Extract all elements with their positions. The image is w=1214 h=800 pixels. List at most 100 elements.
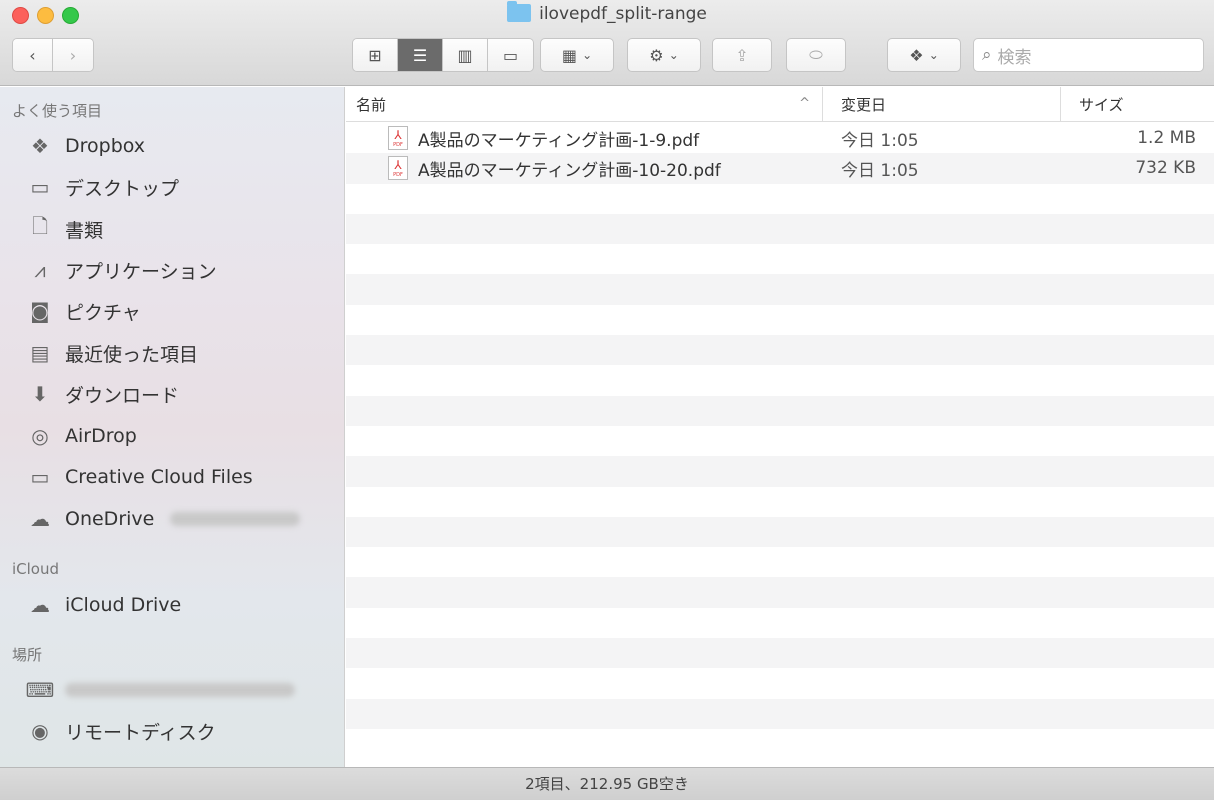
chevron-left-icon: ‹ (29, 45, 36, 65)
empty-row (346, 395, 1214, 426)
sidebar-item-label: デスクトップ (65, 177, 180, 200)
folder-icon: ▭ (30, 465, 50, 489)
sidebar-item-label: ダウンロード (65, 384, 180, 407)
empty-row (346, 365, 1214, 395)
file-date: 今日 1:05 (841, 160, 919, 181)
sidebar-section-favorites: よく使う項目 (12, 102, 103, 120)
sidebar-item-creative-cloud-files[interactable]: ▭ Creative Cloud Files (24, 461, 253, 493)
search-icon: ⌕ (982, 45, 992, 65)
icon-view-button[interactable]: ⊞ (353, 39, 398, 71)
pdf-file-icon: ⅄ (388, 156, 408, 181)
sidebar-item-pictures[interactable]: ◙ ピクチャ (24, 295, 141, 327)
empty-row (346, 244, 1214, 274)
dropbox-icon: ❖ (909, 45, 924, 65)
sidebar-item-applications[interactable]: ⩘ アプリケーション (24, 254, 217, 286)
chevron-down-icon: ⌄ (582, 48, 593, 62)
list-icon: ☰ (412, 45, 428, 65)
empty-row (346, 608, 1214, 638)
empty-row (346, 729, 1214, 759)
column-label: 変更日 (841, 95, 887, 114)
empty-row (346, 487, 1214, 517)
sidebar-item-icloud-drive[interactable]: ☁ iCloud Drive (24, 589, 181, 621)
file-row[interactable]: ⅄ A製品のマーケティング計画-10-20.pdf 今日 1:05 732 KB (346, 153, 1214, 184)
window-title-text: ilovepdf_split-range (539, 4, 707, 24)
sidebar-item-label: iCloud Drive (65, 594, 182, 616)
file-date: 今日 1:05 (841, 130, 919, 151)
grid-icon: ⊞ (368, 45, 382, 65)
download-icon: ⬇ (31, 382, 49, 406)
sidebar-item-remote-disc[interactable]: ◉ リモートディスク (24, 715, 216, 747)
column-view-button[interactable]: ▥ (443, 39, 488, 71)
date-column-header[interactable]: 変更日 (823, 87, 1061, 121)
empty-row (346, 456, 1214, 487)
sidebar-item-airdrop[interactable]: ◎ AirDrop (24, 420, 137, 452)
cloud-icon: ☁ (30, 507, 50, 531)
file-name: A製品のマーケティング計画-10-20.pdf (418, 160, 721, 181)
redacted-account-name (170, 512, 301, 526)
name-column-header[interactable]: 名前 ^ (346, 87, 823, 121)
chevron-down-icon: ⌄ (668, 48, 679, 62)
sidebar: よく使う項目 ❖ Dropbox ▭ デスクトップ 🗋 書類 ⩘ アプリケーション ◙ ピ… (0, 87, 345, 767)
laptop-icon: ⌨ (25, 678, 55, 702)
sidebar-item-onedrive[interactable]: ☁ OneDrive (24, 503, 301, 535)
sidebar-item-downloads[interactable]: ⬇ ダウンロード (24, 378, 179, 410)
group-by-button[interactable]: ▦ ⌄ (540, 38, 614, 72)
sidebar-item-label: リモートディスク (65, 721, 216, 744)
size-column-header[interactable]: サイズ (1061, 87, 1214, 121)
empty-row (346, 305, 1214, 335)
status-text: 2項目、212.95 GB空き (525, 775, 689, 793)
column-header: 名前 ^ 変更日 サイズ (346, 87, 1214, 122)
recents-icon: ▤ (30, 341, 50, 365)
sidebar-item-label: OneDrive (65, 508, 155, 530)
file-row[interactable]: ⅄ A製品のマーケティング計画-1-9.pdf 今日 1:05 1.2 MB (346, 123, 1214, 153)
share-button[interactable]: ⇪ (712, 38, 772, 72)
tag-icon: ⬭ (809, 45, 823, 64)
group-icon: ▦ (561, 45, 577, 65)
empty-row (346, 698, 1214, 729)
applications-icon: ⩘ (34, 258, 46, 282)
share-icon: ⇪ (735, 45, 749, 65)
gallery-icon: ▭ (502, 45, 519, 65)
desktop-icon: ▭ (30, 175, 50, 199)
sidebar-item-label: AirDrop (65, 425, 137, 447)
camera-icon: ◙ (30, 299, 50, 323)
empty-row (346, 516, 1214, 548)
sort-ascending-icon: ^ (799, 96, 810, 111)
sidebar-section-locations: 場所 (12, 646, 43, 664)
chevron-right-icon: › (69, 45, 77, 65)
forward-button[interactable]: › (53, 39, 93, 71)
sidebar-item-dropbox[interactable]: ❖ Dropbox (24, 130, 145, 162)
list-view-button[interactable]: ☰ (398, 39, 443, 71)
navigation-buttons: ‹ › (12, 38, 94, 72)
view-mode-selector: ⊞ ☰ ▥ ▭ (352, 38, 534, 72)
chevron-down-icon: ⌄ (928, 48, 939, 62)
file-rows: ⅄ A製品のマーケティング計画-1-9.pdf 今日 1:05 1.2 MB ⅄ A… (346, 123, 1214, 759)
tags-button[interactable]: ⬭ (786, 38, 846, 72)
gear-icon: ⚙ (649, 45, 664, 65)
dropbox-menu-button[interactable]: ❖ ⌄ (887, 38, 961, 72)
empty-row (346, 577, 1214, 608)
pdf-file-icon: ⅄ (388, 126, 408, 151)
column-label: 名前 (356, 95, 387, 114)
airdrop-icon: ◎ (31, 424, 49, 448)
empty-row (346, 426, 1214, 456)
empty-row (346, 668, 1214, 698)
gallery-view-button[interactable]: ▭ (488, 39, 533, 71)
file-size: 1.2 MB (1137, 128, 1196, 149)
sidebar-item-recents[interactable]: ▤ 最近使った項目 (24, 337, 198, 369)
columns-icon: ▥ (457, 45, 473, 65)
search-placeholder: 検索 (997, 47, 1032, 68)
back-button[interactable]: ‹ (13, 39, 53, 71)
sidebar-item-documents[interactable]: 🗋 書類 (24, 213, 103, 245)
empty-row (346, 335, 1214, 366)
cloud-icon: ☁ (30, 593, 50, 617)
action-menu-button[interactable]: ⚙ ⌄ (627, 38, 701, 72)
sidebar-item-label: 書類 (65, 219, 104, 242)
sidebar-item-label: Creative Cloud Files (65, 466, 253, 488)
search-field[interactable]: ⌕ 検索 (973, 38, 1204, 72)
file-list: 名前 ^ 変更日 サイズ ⅄ A製品のマーケティング計画-1-9.pdf 今日 1… (346, 87, 1214, 767)
sidebar-item-desktop[interactable]: ▭ デスクトップ (24, 171, 179, 203)
sidebar-section-icloud: iCloud (12, 560, 60, 578)
sidebar-item-label: アプリケーション (65, 260, 217, 283)
sidebar-item-computer[interactable]: ⌨ (24, 674, 295, 706)
